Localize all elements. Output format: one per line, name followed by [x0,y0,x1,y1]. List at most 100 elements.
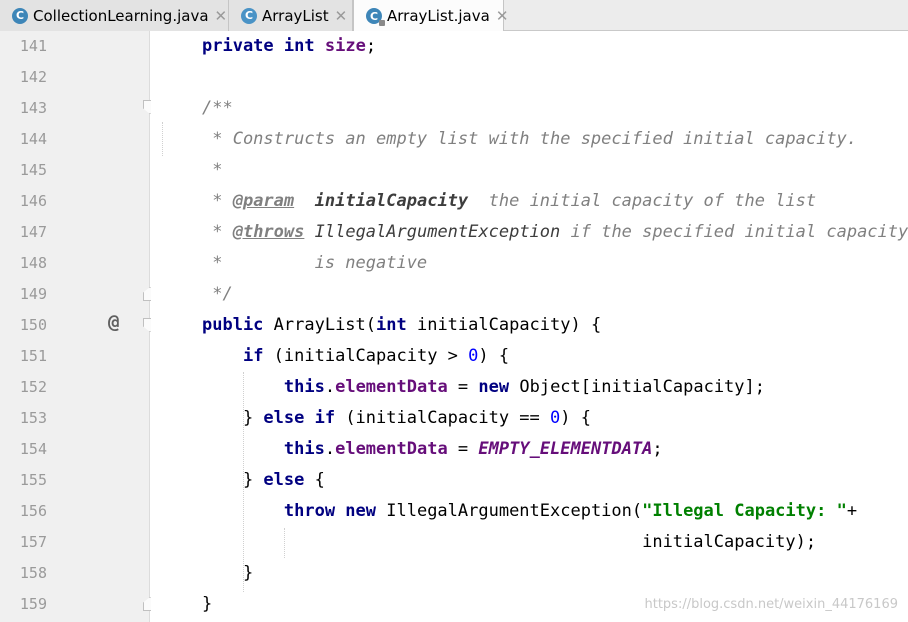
code-token: else [263,470,305,490]
code-token: EMPTY_ELEMENTDATA [478,439,653,459]
code-line: /** [202,93,233,124]
close-icon[interactable]: ✕ [335,7,348,25]
code-token: } [202,408,264,428]
line-number: 147 [19,223,47,241]
code-token: initialCapacity); [202,532,817,552]
code-line: * @throws IllegalArgumentException if th… [202,217,908,248]
code-token: int [283,36,315,56]
code-line: } [202,558,253,589]
code-token: ; [652,439,663,459]
code-token: public [202,315,264,335]
class-icon: C [241,7,257,24]
code-token: this [283,377,325,397]
line-number: 149 [19,285,47,303]
code-token: initialCapacity) { [406,315,602,335]
code-token: new [478,377,510,397]
code-token: * [202,191,233,211]
code-token: the initial capacity of the list [468,191,817,211]
code-token: (initialCapacity > [263,346,469,366]
line-number: 158 [19,564,47,582]
line-number: 148 [19,254,47,272]
line-number: 142 [19,68,47,86]
code-token: { [304,470,325,490]
code-token: + [846,501,858,521]
code-token: ) { [478,346,510,366]
code-token: IllegalArgumentException [314,222,561,242]
code-token: 0 [550,408,561,428]
code-token: if [242,346,264,366]
code-token: size [324,36,366,56]
code-token: IllegalArgumentException( [376,501,643,521]
line-number: 157 [19,533,47,551]
code-token: * [202,160,223,180]
code-token: * is negative [202,253,428,273]
code-line: this.elementData = new Object[initialCap… [202,372,765,403]
override-marker-icon[interactable]: @ [108,307,119,338]
code-token: this [283,439,325,459]
code-line: private int size; [202,31,376,62]
class-icon: C [12,7,28,24]
code-token: 0 [468,346,479,366]
line-number: 155 [19,471,47,489]
code-token: ) { [560,408,591,428]
line-number: 145 [19,161,47,179]
code-line: } else if (initialCapacity == 0) { [202,403,591,434]
code-token: elementData [335,439,448,459]
code-line: */ [202,279,233,310]
code-token: } [202,470,264,490]
editor-gutter[interactable]: 141 142 143 144 145 146 147 148 149 150 151 152 153 1… [0,31,150,622]
code-token: "Illegal Capacity: " [642,501,847,521]
code-token: = [447,439,479,459]
tab-arraylist-decompiled[interactable]: C ArrayList ✕ [229,0,353,31]
code-token: @param [232,191,295,211]
line-number: 159 [19,595,47,613]
code-line: public ArrayList(int initialCapacity) { [202,310,601,341]
code-token: ; [365,36,377,56]
code-token: private [202,36,274,56]
line-number: 143 [19,99,47,117]
code-token: elementData [335,377,448,397]
close-icon[interactable]: ✕ [496,7,509,25]
code-line: initialCapacity); [202,527,816,558]
code-token: } [202,594,213,614]
code-token: /** [202,98,233,118]
code-line: } else { [202,465,325,496]
line-number: 151 [19,347,47,365]
tab-collectionlearning[interactable]: C CollectionLearning.java ✕ [0,0,229,31]
code-line: * @param initialCapacity the initial cap… [202,186,816,217]
tab-arraylist-java[interactable]: C ArrayList.java ✕ [353,0,508,32]
code-token: */ [202,284,233,304]
line-number: 144 [19,130,47,148]
code-token: Object[initialCapacity]; [509,377,765,397]
line-number: 154 [19,440,47,458]
close-icon[interactable]: ✕ [215,7,228,25]
code-line: throw new IllegalArgumentException("Ille… [202,496,857,527]
code-token: else if [263,408,336,428]
code-token: = [447,377,479,397]
code-line: } [202,589,212,620]
code-token: } [202,563,254,583]
line-number: 146 [19,192,47,210]
code-token: (initialCapacity == [335,408,551,428]
line-number: 156 [19,502,47,520]
code-line: * Constructs an empty list with the spec… [202,124,857,155]
code-token: ArrayList( [263,315,377,335]
code-token: initialCapacity [314,191,469,211]
code-line: * [202,155,222,186]
code-token: . [324,377,336,397]
tab-label: ArrayList [262,6,329,25]
code-line: this.elementData = EMPTY_ELEMENTDATA; [202,434,663,465]
code-token: @throws [232,222,305,242]
tab-label: ArrayList.java [387,7,490,25]
code-token: throw new [283,501,377,521]
indent-guide [162,122,163,156]
code-token: if the specified initial capacity [560,222,908,242]
code-token: int [376,315,407,335]
